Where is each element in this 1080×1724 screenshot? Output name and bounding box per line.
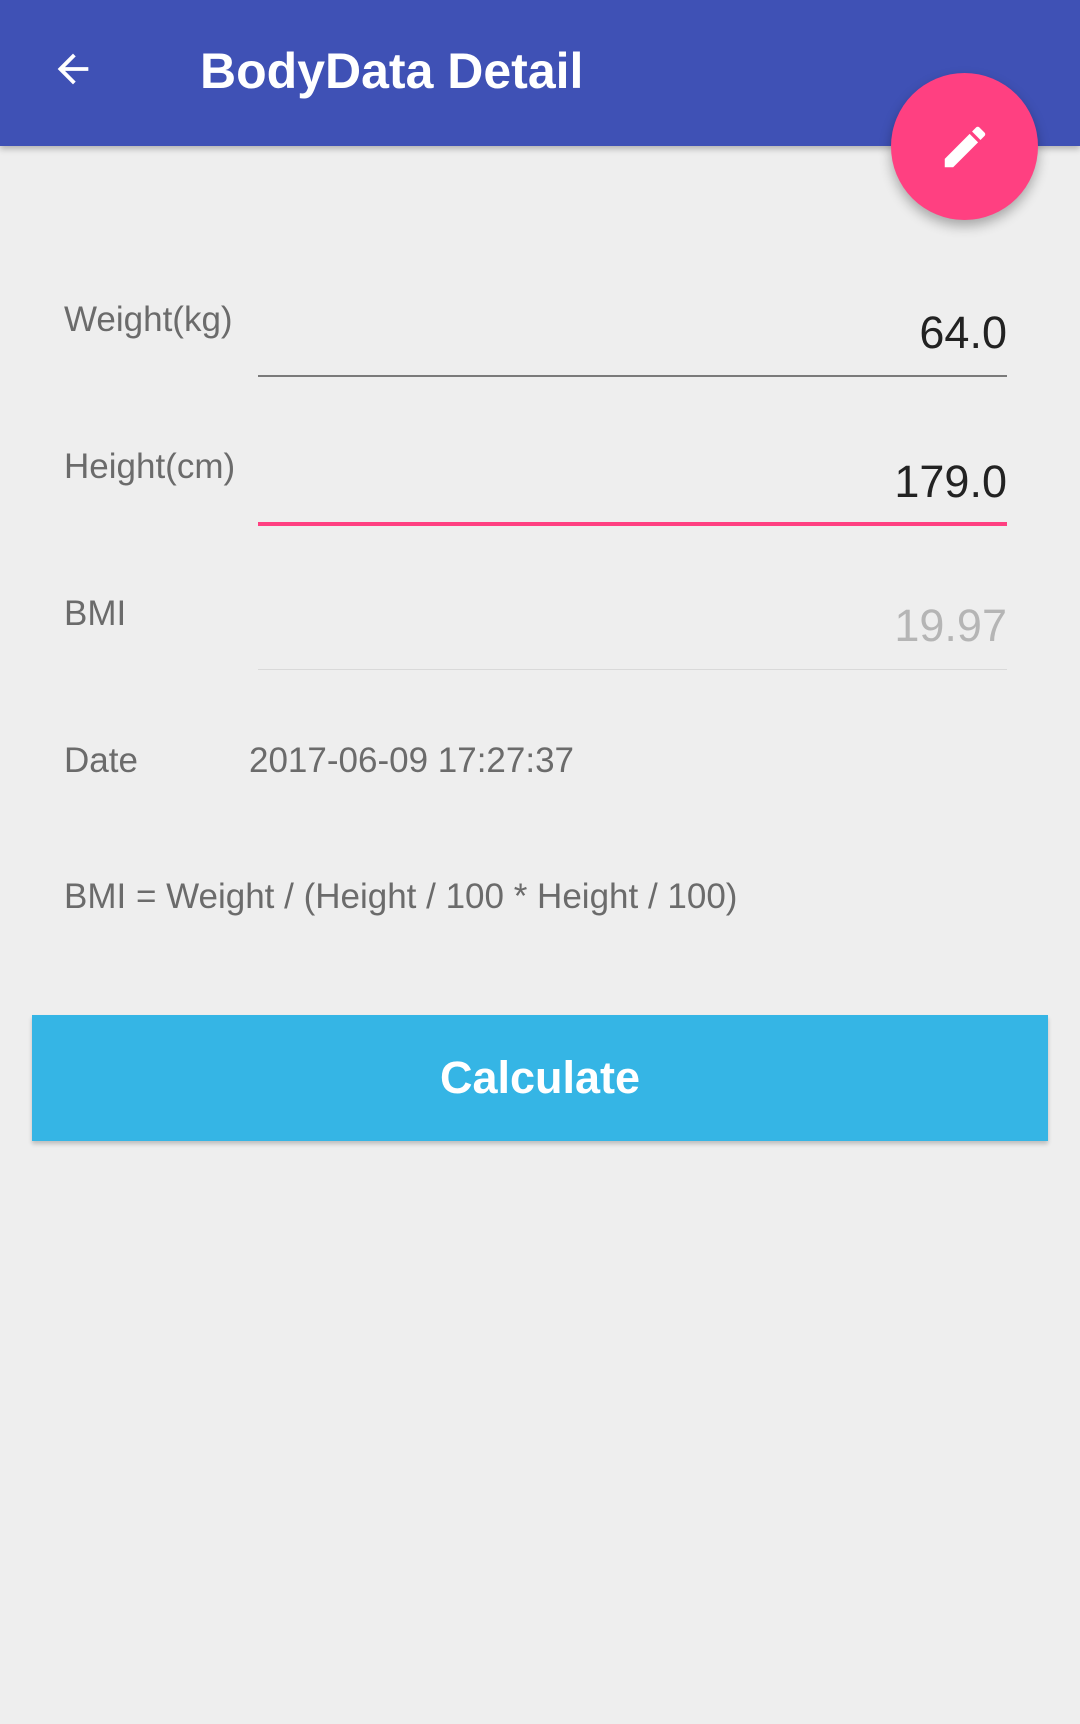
height-value: 179.0	[894, 456, 1007, 507]
height-field[interactable]: 179.0	[258, 446, 1007, 526]
bmi-field: 19.97	[258, 590, 1007, 670]
arrow-left-icon	[57, 53, 89, 85]
back-button[interactable]	[38, 34, 108, 104]
weight-field[interactable]: 64.0	[258, 297, 1007, 377]
app-screen: BodyData Detail Weight(kg) 64.0 Height(c…	[0, 0, 1080, 1724]
date-value: 2017-06-09 17:27:37	[249, 741, 574, 780]
weight-value: 64.0	[919, 307, 1007, 358]
height-label: Height(cm)	[64, 447, 236, 486]
calculate-button[interactable]: Calculate	[32, 1015, 1048, 1141]
date-label: Date	[64, 741, 138, 780]
height-underline	[258, 522, 1007, 526]
edit-fab-button[interactable]	[891, 73, 1038, 220]
bmi-label: BMI	[64, 594, 127, 633]
pencil-icon	[944, 126, 985, 167]
weight-underline	[258, 375, 1007, 377]
bmi-underline	[258, 669, 1007, 670]
page-title: BodyData Detail	[200, 43, 584, 99]
bmi-formula-text: BMI = Weight / (Height / 100 * Height / …	[64, 877, 738, 916]
bmi-value: 19.97	[894, 600, 1007, 651]
weight-label: Weight(kg)	[64, 300, 233, 339]
